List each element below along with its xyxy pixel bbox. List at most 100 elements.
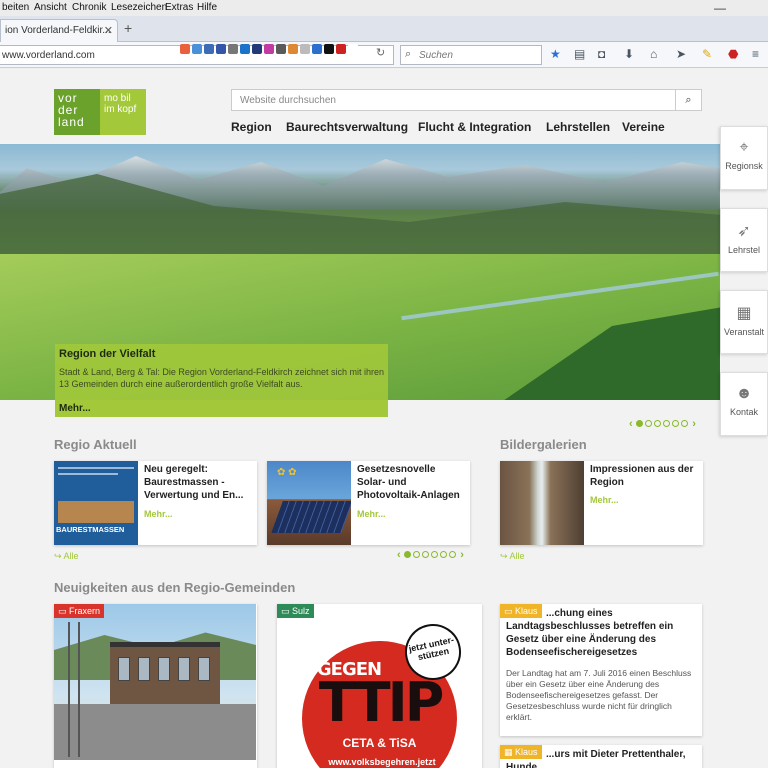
doc-line	[58, 473, 118, 475]
menu-lesezeichen[interactable]: Lesezeichen	[111, 2, 167, 13]
extension-icon[interactable]	[252, 44, 262, 54]
rubble-photo	[58, 501, 134, 523]
site-search-button[interactable]: ⌕	[676, 89, 702, 111]
pager-dot[interactable]	[431, 551, 439, 558]
extension-icon[interactable]	[348, 44, 358, 54]
extension-icon[interactable]	[276, 44, 286, 54]
download-icon[interactable]: ⬇	[624, 47, 634, 61]
nav-baurechtsverwaltung[interactable]: Baurechtsverwaltung	[286, 120, 408, 134]
pager-dot[interactable]	[422, 551, 430, 558]
extension-icon[interactable]	[216, 44, 226, 54]
gemeinde-card-klaus[interactable]: ▭ Klaus ...chung eines Landtagsbeschluss…	[500, 604, 702, 736]
chevron-left-icon[interactable]: ‹	[629, 418, 633, 430]
close-icon[interactable]: ✕	[104, 24, 113, 37]
menu-ansicht[interactable]: Ansicht	[34, 2, 67, 13]
adblock-icon[interactable]: ⬣	[728, 47, 738, 61]
side-tab-label: Kontak	[729, 407, 759, 417]
nav-vereine[interactable]: Vereine	[622, 120, 665, 134]
gemeinde-card-fraxern[interactable]: ▭ Fraxern	[54, 604, 257, 768]
news-card-solar[interactable]: ✿ ✿ Gesetzesnovelle Solar- und Photovolt…	[267, 461, 470, 545]
pager-dot[interactable]	[636, 420, 644, 427]
bookmark-star-icon[interactable]: ★	[550, 47, 561, 61]
home-icon[interactable]: ⌂	[650, 47, 657, 61]
gemeinde-tag[interactable]: ▦ Klaus	[500, 745, 542, 759]
regio-aktuell-title: Regio Aktuell	[54, 437, 137, 452]
regio-aktuell-all-link[interactable]: ↪ Alle	[54, 551, 79, 562]
building-window	[178, 657, 190, 681]
menu-extras[interactable]: Extras	[165, 2, 193, 13]
extension-icon[interactable]	[180, 44, 190, 54]
all-label: Alle	[63, 551, 79, 561]
extension-icon[interactable]	[228, 44, 238, 54]
tag-icon: ▭	[281, 606, 293, 616]
chevron-left-icon[interactable]: ‹	[397, 549, 401, 561]
menu-bearbeiten[interactable]: beiten	[2, 2, 29, 13]
news-card-baurestmassen[interactable]: BAURESTMASSEN Neu geregelt: Baurestmasse…	[54, 461, 257, 545]
notes-icon[interactable]: ✎	[702, 47, 712, 61]
card-more-link[interactable]: Mehr...	[590, 495, 619, 505]
card-more-link[interactable]: Mehr...	[357, 509, 386, 519]
nav-lehrstellen[interactable]: Lehrstellen	[546, 120, 610, 134]
hero-more-link[interactable]: Mehr...	[55, 400, 388, 417]
pager-dot[interactable]	[654, 420, 662, 427]
browser-menubar: beiten Ansicht Chronik Lesezeichen Extra…	[0, 0, 768, 16]
gemeinde-card-sulz[interactable]: ▭ Sulz GEGEN TTIP CETA & TiSA www.volksb…	[277, 604, 482, 768]
pager-dot[interactable]	[404, 551, 412, 558]
side-tab-kontakt[interactable]: ☻ Kontak	[720, 372, 768, 436]
extension-icon[interactable]	[312, 44, 322, 54]
doc-line	[58, 467, 134, 469]
thumbnail-solar: ✿ ✿	[267, 461, 351, 545]
gemeinde-tag[interactable]: ▭ Klaus	[500, 604, 542, 618]
site-search-placeholder: Website durchsuchen	[240, 95, 336, 106]
pager-dot[interactable]	[681, 420, 689, 427]
side-tab-lehrstellen[interactable]: ➶ Lehrstel	[720, 208, 768, 272]
card-more-link[interactable]: Mehr...	[144, 509, 173, 519]
tag-label: Klaus	[515, 747, 538, 757]
extension-icon[interactable]	[324, 44, 334, 54]
extension-icon[interactable]	[288, 44, 298, 54]
pocket-icon[interactable]: ◘	[598, 47, 605, 61]
gallery-card[interactable]: Impressionen aus der Region Mehr...	[500, 461, 703, 545]
calendar-icon: ▦	[736, 305, 752, 322]
solar-panel	[271, 501, 351, 533]
pager-dot[interactable]	[645, 420, 653, 427]
extension-icon[interactable]	[240, 44, 250, 54]
gemeinde-tag[interactable]: ▭ Fraxern	[54, 604, 105, 618]
nav-region[interactable]: Region	[231, 120, 272, 134]
side-tab-veranstaltungen[interactable]: ▦ Veranstalt	[720, 290, 768, 354]
browser-search-input[interactable]: ⌕ Suchen	[400, 45, 542, 65]
send-icon[interactable]: ➤	[676, 47, 686, 61]
ttip-sub: CETA & TiSA	[342, 736, 417, 750]
extension-icon[interactable]	[336, 44, 346, 54]
pager-dot[interactable]	[449, 551, 457, 558]
nav-flucht-integration[interactable]: Flucht & Integration	[418, 120, 531, 134]
active-tab[interactable]: ion Vorderland-Feldkir... ✕	[0, 19, 118, 42]
site-logo[interactable]: vor der land mo bil im kopf	[54, 89, 146, 135]
chevron-right-icon[interactable]: ›	[460, 549, 464, 561]
pager-dot[interactable]	[413, 551, 421, 558]
menu-chronik[interactable]: Chronik	[72, 2, 106, 13]
pager-dot[interactable]	[440, 551, 448, 558]
search-icon: ⌕	[405, 48, 412, 60]
reload-icon[interactable]: ↻	[376, 46, 385, 59]
extension-icon[interactable]	[192, 44, 202, 54]
extension-icon[interactable]	[204, 44, 214, 54]
minimize-icon[interactable]: —	[714, 1, 726, 15]
pager-dot[interactable]	[672, 420, 680, 427]
menu-hilfe[interactable]: Hilfe	[197, 2, 217, 13]
chevron-right-icon[interactable]: ›	[692, 418, 696, 430]
gemeinde-tag[interactable]: ▭ Sulz	[277, 604, 314, 618]
bookmarks-list-icon[interactable]: ▤	[574, 47, 585, 61]
tag-label: Klaus	[515, 606, 538, 616]
flower-icon: ✿ ✿	[277, 467, 297, 478]
extension-icon[interactable]	[300, 44, 310, 54]
menu-icon[interactable]: ≡	[752, 47, 759, 61]
gallery-all-link[interactable]: ↪ Alle	[500, 551, 525, 562]
extension-icon[interactable]	[264, 44, 274, 54]
site-search-input[interactable]: Website durchsuchen	[231, 89, 676, 111]
pager-dot[interactable]	[663, 420, 671, 427]
photo-building	[110, 642, 220, 706]
new-tab-icon[interactable]: +	[124, 20, 132, 36]
gemeinde-card-klaus-2[interactable]: ▦ Klaus ...urs mit Dieter Prettenthaler,…	[500, 745, 702, 768]
side-tab-regionskarte[interactable]: ⌖ Regionsk	[720, 126, 768, 190]
